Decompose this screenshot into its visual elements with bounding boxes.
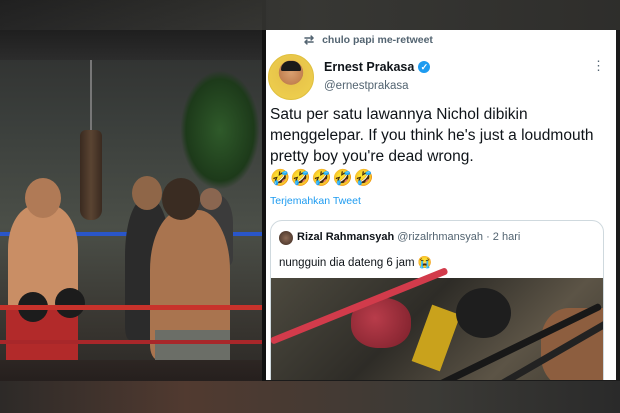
quoted-tweet[interactable]: Rizal Rahmansyah @rizalrhmansyah · 2 har… — [270, 220, 604, 380]
fighter-left-head — [25, 178, 61, 218]
more-options-icon[interactable]: ⋮ — [592, 58, 606, 74]
blur-bar-top — [0, 0, 620, 30]
tweet-emojis: 🤣🤣🤣🤣🤣 — [270, 170, 375, 187]
tweet-card[interactable]: ⇄ chulo papi me-retweet Ernest Prakasa ✓… — [266, 30, 616, 380]
author-name-row[interactable]: Ernest Prakasa ✓ — [324, 60, 431, 74]
quote-author-avatar[interactable] — [279, 231, 293, 245]
boxing-gym-photo — [0, 0, 262, 413]
punching-bag-chain — [90, 60, 92, 130]
quote-header: Rizal Rahmansyah @rizalrhmansyah · 2 har… — [297, 231, 520, 243]
quote-author-handle[interactable]: @rizalrhmansyah — [397, 231, 483, 243]
punching-bag — [80, 130, 102, 220]
helmet — [456, 288, 511, 338]
fighter-right-head — [162, 178, 200, 220]
quote-author-name[interactable]: Rizal Rahmansyah — [297, 231, 394, 243]
blur-bar-bottom — [0, 381, 620, 413]
retweet-icon: ⇄ — [304, 33, 315, 47]
author-name[interactable]: Ernest Prakasa — [324, 60, 414, 74]
author-avatar[interactable] — [268, 54, 314, 100]
referee-head — [132, 176, 162, 210]
verified-badge-icon: ✓ — [418, 61, 431, 73]
retweet-label: chulo papi me-retweet — [322, 34, 433, 46]
background-plant — [180, 70, 260, 190]
quote-text: nungguin dia dateng 6 jam 😭 — [279, 257, 433, 269]
quote-media-image[interactable] — [271, 267, 603, 380]
translate-tweet-link[interactable]: Terjemahkan Tweet — [270, 195, 361, 207]
ring-rope-red — [0, 305, 262, 310]
author-handle[interactable]: @ernestprakasa — [324, 80, 409, 92]
spectator-head — [200, 188, 222, 210]
tweet-text: Satu per satu lawannya Nichol dibikin me… — [270, 106, 594, 165]
quote-time: · 2 hari — [486, 231, 521, 243]
fighter-left-glove — [55, 288, 85, 318]
yellow-pad — [411, 304, 461, 372]
ring-rope-red — [0, 340, 262, 344]
retweet-indicator: ⇄ chulo papi me-retweet — [304, 33, 433, 47]
